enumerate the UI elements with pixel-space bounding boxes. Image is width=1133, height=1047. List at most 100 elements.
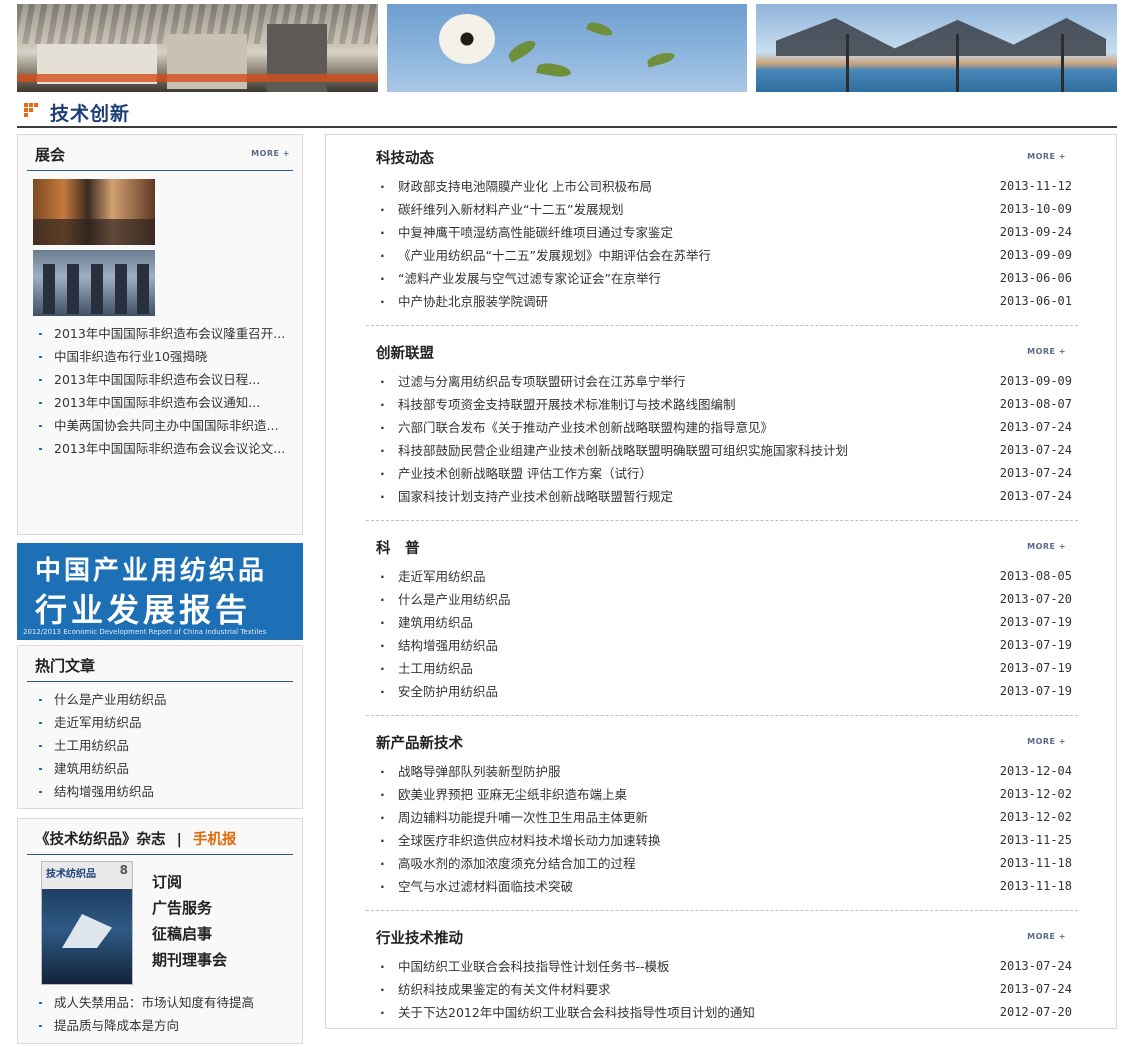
innovation-alliance-more-link[interactable]: MORE + [1027, 347, 1066, 356]
news-item[interactable]: 土工用纺织品 2013-07-19 [366, 657, 1078, 680]
news-item-title[interactable]: 什么是产业用纺织品 [398, 592, 511, 607]
news-item[interactable]: 走近军用纺织品 2013-08-05 [366, 565, 1078, 588]
news-item-title[interactable]: 土工用纺织品 [398, 661, 473, 676]
subscribe-link[interactable]: 订阅 [152, 869, 227, 895]
news-item[interactable]: 空气与水过滤材料面临技术突破 2013-11-18 [366, 875, 1078, 898]
popular-science-list: 走近军用纺织品 2013-08-05 什么是产业用纺织品 2013-07-20 建筑… [366, 565, 1078, 703]
hot-article-item[interactable]: 建筑用纺织品 [35, 757, 297, 780]
advertising-link[interactable]: 广告服务 [152, 895, 227, 921]
news-item[interactable]: 碳纤维列入新材料产业“十二五”发展规划 2013-10-09 [366, 198, 1078, 221]
news-item[interactable]: 关于下达2012年中国纺织工业联合会科技指导性项目计划的通知 2012-07-20 [366, 1001, 1078, 1024]
magazine-links: 订阅 广告服务 征稿启事 期刊理事会 [152, 869, 227, 973]
journal-council-link[interactable]: 期刊理事会 [152, 947, 227, 973]
news-item-title[interactable]: 科技部鼓励民营企业组建产业技术创新战略联盟明确联盟可组织实施国家科技计划 [398, 443, 848, 458]
news-item[interactable]: 全球医疗非织造供应材料技术增长动力加速转换 2013-11-25 [366, 829, 1078, 852]
news-item[interactable]: 中复神鹰干喷湿纺高性能碳纤维项目通过专家鉴定 2013-09-24 [366, 221, 1078, 244]
new-products-more-link[interactable]: MORE + [1027, 737, 1066, 746]
news-item[interactable]: 周边辅料功能提升哺一次性卫生用品主体更新 2013-12-02 [366, 806, 1078, 829]
exhibition-item[interactable]: 中美两国协会共同主办中国国际非织造... [35, 414, 297, 437]
section-divider [366, 325, 1078, 326]
exhibition-item[interactable]: 2013年中国国际非织造布会议隆重召开... [35, 322, 297, 345]
news-item-title[interactable]: 全球医疗非织造供应材料技术增长动力加速转换 [398, 833, 661, 848]
exhibition-photo-audience[interactable] [33, 179, 155, 245]
section-header: 技术创新 [17, 97, 1117, 128]
news-item[interactable]: 什么是产业用纺织品 2013-07-20 [366, 588, 1078, 611]
news-item-title[interactable]: 过滤与分离用纺织品专项联盟研讨会在江苏阜宁举行 [398, 374, 686, 389]
news-item-title[interactable]: 结构增强用纺织品 [398, 638, 498, 653]
news-item-date: 2013-12-04 [999, 764, 1072, 778]
news-item[interactable]: 六部门联合发布《关于推动产业技术创新战略联盟构建的指导意见》 2013-07-24 [366, 416, 1078, 439]
news-item-title[interactable]: 战略导弹部队列装新型防护服 [398, 764, 561, 779]
news-item[interactable]: 《产业用纺织品“十二五”发展规划》中期评估会在苏举行 2013-09-09 [366, 244, 1078, 267]
news-item-title[interactable]: 财政部支持电池隔膜产业化 上市公司积极布局 [398, 179, 652, 194]
mobile-news-link[interactable]: 手机报 [193, 832, 237, 848]
news-item-date: 2013-07-24 [999, 466, 1072, 480]
news-item-title[interactable]: 空气与水过滤材料面临技术突破 [398, 879, 573, 894]
news-item-title[interactable]: 科技部专项资金支持联盟开展技术标准制订与技术路线图编制 [398, 397, 736, 412]
tech-news-more-link[interactable]: MORE + [1027, 152, 1066, 161]
news-item-date: 2013-07-24 [999, 959, 1072, 973]
news-item-title[interactable]: 六部门联合发布《关于推动产业技术创新战略联盟构建的指导意见》 [398, 420, 773, 435]
exhibition-box: 展会 MORE + 2013年中国国际非织造布会议隆重召开... 中国非织造布行… [17, 134, 303, 535]
exhibition-item[interactable]: 2013年中国国际非织造布会议通知... [35, 391, 297, 414]
news-item[interactable]: “滤料产业发展与空气过滤专家论证会”在京举行 2013-06-06 [366, 267, 1078, 290]
exhibition-more-link[interactable]: MORE + [251, 149, 290, 158]
news-item-title[interactable]: 走近军用纺织品 [398, 569, 486, 584]
ad-line-2: 行业发展报告 [35, 591, 252, 629]
hot-article-item[interactable]: 走近军用纺织品 [35, 711, 297, 734]
news-item-title[interactable]: 《产业用纺织品“十二五”发展规划》中期评估会在苏举行 [398, 248, 711, 263]
news-item-title[interactable]: 中复神鹰干喷湿纺高性能碳纤维项目通过专家鉴定 [398, 225, 673, 240]
news-item-title[interactable]: 国家科技计划支持产业技术创新战略联盟暂行规定 [398, 489, 673, 504]
magazine-cover-title: 技术纺织品 [46, 869, 96, 880]
magazine-article-item[interactable]: 成人失禁用品：市场认知度有待提高 [35, 991, 297, 1014]
news-item[interactable]: 建筑用纺织品 2013-07-19 [366, 611, 1078, 634]
popular-science-more-link[interactable]: MORE + [1027, 542, 1066, 551]
news-item[interactable]: 结构增强用纺织品 2013-07-19 [366, 634, 1078, 657]
news-item-date: 2013-07-19 [999, 684, 1072, 698]
news-item-title[interactable]: “滤料产业发展与空气过滤专家论证会”在京举行 [398, 271, 661, 286]
exhibition-item[interactable]: 中国非织造布行业10强揭晓 [35, 345, 297, 368]
news-item[interactable]: 欧美业界预把 亚麻无尘纸非织造布端上桌 2013-12-02 [366, 783, 1078, 806]
hot-article-item[interactable]: 结构增强用纺织品 [35, 780, 297, 803]
news-item-date: 2013-11-18 [999, 879, 1072, 893]
news-item[interactable]: 纺织科技成果鉴定的有关文件材料要求 2013-07-24 [366, 978, 1078, 1001]
news-item[interactable]: 中国纺织工业联合会科技指导性计划任务书--模板 2013-07-24 [366, 955, 1078, 978]
call-for-papers-link[interactable]: 征稿启事 [152, 921, 227, 947]
news-item-title[interactable]: 中国纺织工业联合会科技指导性计划任务书--模板 [398, 959, 670, 974]
exhibition-item[interactable]: 2013年中国国际非织造布会议会议论文... [35, 437, 297, 460]
news-item[interactable]: 高吸水剂的添加浓度须充分结合加工的过程 2013-11-18 [366, 852, 1078, 875]
exhibition-photo-protective-suits[interactable] [33, 250, 155, 316]
news-item-title[interactable]: 关于下达2012年中国纺织工业联合会科技指导性项目计划的通知 [398, 1005, 755, 1020]
magazine-article-item[interactable]: 提品质与降成本是方向 [35, 1014, 297, 1037]
news-item-title[interactable]: 安全防护用纺织品 [398, 684, 498, 699]
banner-flower-image[interactable] [387, 4, 747, 92]
news-item-title[interactable]: 周边辅料功能提升哺一次性卫生用品主体更新 [398, 810, 648, 825]
exhibition-item[interactable]: 2013年中国国际非织造布会议日程... [35, 368, 297, 391]
hot-article-item[interactable]: 什么是产业用纺织品 [35, 688, 297, 711]
new-products-title: 新产品新技术 [376, 736, 463, 752]
news-item[interactable]: 科技部专项资金支持联盟开展技术标准制订与技术路线图编制 2013-08-07 [366, 393, 1078, 416]
news-item[interactable]: 产业技术创新战略联盟 评估工作方案（试行） 2013-07-24 [366, 462, 1078, 485]
banner-factory-image[interactable] [17, 4, 378, 92]
news-item-title[interactable]: 高吸水剂的添加浓度须充分结合加工的过程 [398, 856, 636, 871]
news-item[interactable]: 安全防护用纺织品 2013-07-19 [366, 680, 1078, 703]
magazine-cover-image[interactable]: 技术纺织品 8 [41, 861, 133, 985]
news-item-title[interactable]: 纺织科技成果鉴定的有关文件材料要求 [398, 982, 611, 997]
magazine-name-link[interactable]: 《技术纺织品》杂志 [35, 832, 166, 848]
industry-report-ad-banner[interactable]: 中国产业用纺织品 行业发展报告 2012/2013 Economic Devel… [17, 543, 303, 640]
news-item[interactable]: 财政部支持电池隔膜产业化 上市公司积极布局 2013-11-12 [366, 175, 1078, 198]
news-item-title[interactable]: 欧美业界预把 亚麻无尘纸非织造布端上桌 [398, 787, 627, 802]
banner-shade-structure-image[interactable] [756, 4, 1117, 92]
news-item-title[interactable]: 碳纤维列入新材料产业“十二五”发展规划 [398, 202, 623, 217]
news-item[interactable]: 国家科技计划支持产业技术创新战略联盟暂行规定 2013-07-24 [366, 485, 1078, 508]
news-item-title[interactable]: 产业技术创新战略联盟 评估工作方案（试行） [398, 466, 652, 481]
news-item[interactable]: 科技部鼓励民营企业组建产业技术创新战略联盟明确联盟可组织实施国家科技计划 2013… [366, 439, 1078, 462]
news-item-title[interactable]: 建筑用纺织品 [398, 615, 473, 630]
industry-tech-more-link[interactable]: MORE + [1027, 932, 1066, 941]
news-item-title[interactable]: 中产协赴北京服装学院调研 [398, 294, 548, 309]
news-item[interactable]: 战略导弹部队列装新型防护服 2013-12-04 [366, 760, 1078, 783]
hot-article-item[interactable]: 土工用纺织品 [35, 734, 297, 757]
section-grid-icon [24, 103, 38, 117]
news-item[interactable]: 中产协赴北京服装学院调研 2013-06-01 [366, 290, 1078, 313]
news-item[interactable]: 过滤与分离用纺织品专项联盟研讨会在江苏阜宁举行 2013-09-09 [366, 370, 1078, 393]
